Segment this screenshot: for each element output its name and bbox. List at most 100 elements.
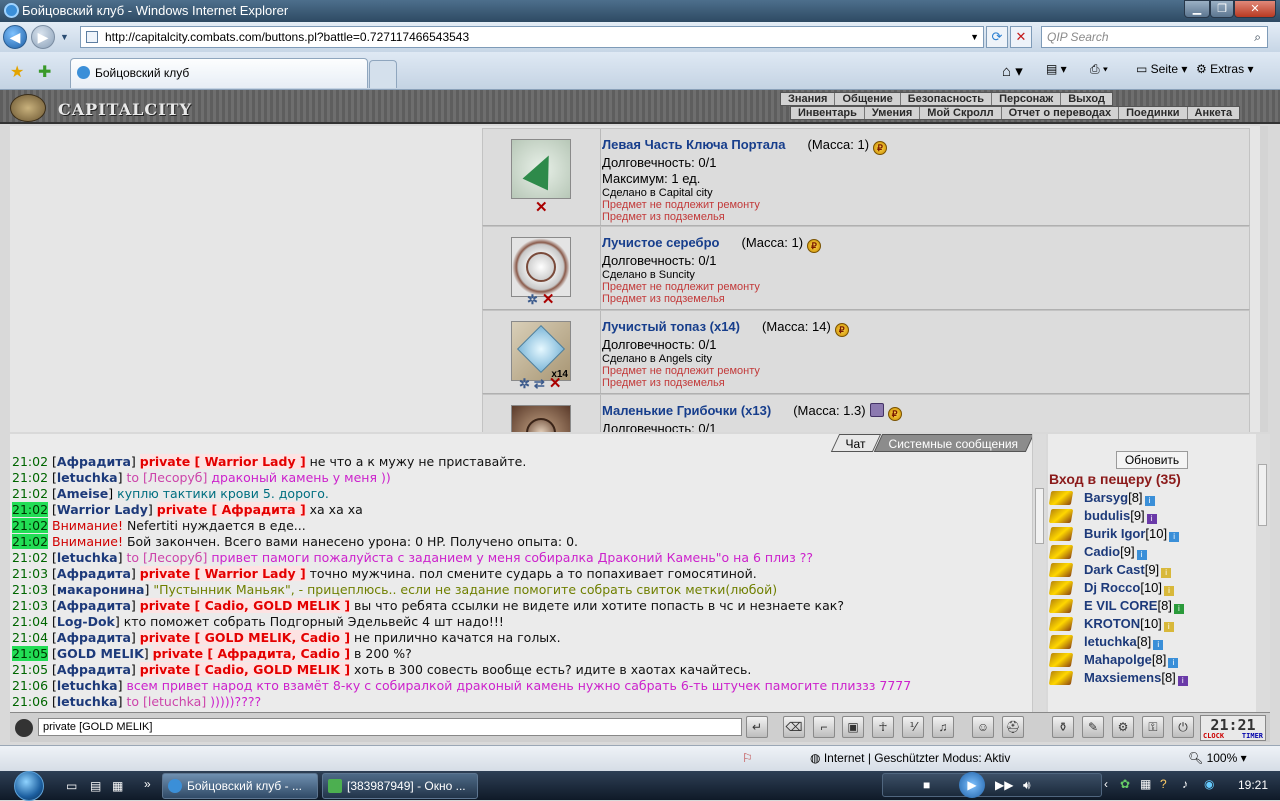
- chat-to-target[interactable]: to [Лесоруб]: [126, 470, 207, 485]
- close-button[interactable]: ✕: [1234, 0, 1276, 18]
- address-input[interactable]: http://capitalcity.combats.com/buttons.p…: [80, 26, 984, 48]
- chat-time[interactable]: 21:02: [12, 502, 49, 517]
- private-message-icon[interactable]: [1048, 581, 1074, 595]
- chat-private-target[interactable]: private [ Warrior Lady ]: [139, 566, 306, 581]
- item-image[interactable]: [511, 237, 571, 297]
- chat-time[interactable]: 21:02: [12, 550, 48, 565]
- user-row[interactable]: Mahapolge[8] i: [1048, 652, 1179, 670]
- menu-bottom-1[interactable]: Умения: [863, 107, 919, 119]
- chat-nick[interactable]: Афрадита: [57, 566, 131, 581]
- user-row[interactable]: Dj Rocco[10] i: [1048, 580, 1175, 598]
- user-info-icon[interactable]: i: [1163, 622, 1174, 632]
- user-name[interactable]: Burik Igor: [1084, 526, 1145, 541]
- refresh-button[interactable]: Обновить: [1116, 451, 1188, 469]
- tray-expand-icon[interactable]: ‹: [1104, 777, 1108, 791]
- chat-time[interactable]: 21:03: [12, 598, 48, 613]
- fight-icon[interactable]: ☥: [872, 716, 894, 738]
- item-name[interactable]: Маленькие Грибочки (x13): [602, 403, 771, 418]
- user-name[interactable]: Cadio: [1084, 544, 1120, 559]
- gun-icon[interactable]: ⌐: [813, 716, 835, 738]
- help-icon[interactable]: ?: [1160, 777, 1167, 791]
- network-icon[interactable]: ▦: [1140, 777, 1151, 791]
- user-row[interactable]: letuchka[8] i: [1048, 634, 1164, 652]
- chat-nick[interactable]: Warrior Lady: [57, 502, 148, 517]
- bottle-icon[interactable]: ⚱: [1052, 716, 1074, 738]
- smile-icon[interactable]: ☺: [972, 716, 994, 738]
- user-info-icon[interactable]: i: [1153, 640, 1164, 650]
- drop-item-icon[interactable]: ✕: [542, 292, 555, 307]
- chat-scrollbar[interactable]: [1032, 434, 1046, 712]
- chat-time[interactable]: 21:02: [12, 518, 49, 533]
- chat-time[interactable]: 21:06: [12, 694, 48, 709]
- chat-time[interactable]: 21:02: [12, 454, 48, 469]
- new-tab-button[interactable]: [369, 60, 397, 88]
- chat-private-target[interactable]: private [ GOLD MELIK, Cadio ]: [139, 630, 351, 645]
- home-icon[interactable]: ⌂ ▾: [1002, 62, 1023, 80]
- chat-time[interactable]: 21:06: [12, 678, 48, 693]
- clear-icon[interactable]: ⌫: [783, 716, 805, 738]
- item-name[interactable]: Лучистый топаз (x14): [602, 319, 740, 334]
- user-info-icon[interactable]: i: [1177, 676, 1188, 686]
- print-icon[interactable]: ⎙ ▾: [1090, 62, 1108, 77]
- tab-chat[interactable]: Чат: [830, 434, 881, 452]
- language-icon[interactable]: ◉: [1204, 777, 1214, 791]
- user-row[interactable]: Cadio[9] i: [1048, 544, 1147, 562]
- qip-tray-icon[interactable]: ✿: [1120, 777, 1130, 791]
- private-message-icon[interactable]: [1048, 617, 1074, 631]
- chat-nick[interactable]: letuchka: [57, 678, 118, 693]
- user-row[interactable]: budulis[9] i: [1048, 508, 1157, 526]
- chat-nick[interactable]: Ameise: [57, 486, 108, 501]
- search-icon[interactable]: ⌕: [1254, 27, 1261, 47]
- menu-bottom-5[interactable]: Анкета: [1186, 107, 1240, 119]
- history-dropdown-icon[interactable]: ▼: [60, 32, 69, 42]
- user-info-icon[interactable]: i: [1161, 568, 1172, 578]
- split-item-icon[interactable]: ✲: [519, 377, 530, 391]
- tab-active[interactable]: Бойцовский клуб: [70, 58, 368, 88]
- item-name[interactable]: Левая Часть Ключа Портала: [602, 137, 786, 152]
- feeds-icon[interactable]: ▤ ▾: [1046, 62, 1067, 76]
- private-message-icon[interactable]: [1048, 527, 1074, 541]
- scroll-icon[interactable]: ✎: [1082, 716, 1104, 738]
- send-icon[interactable]: ↵: [746, 716, 768, 738]
- chat-time[interactable]: 21:03: [12, 582, 48, 597]
- chat-private-target[interactable]: private [ Афрадита, Cadio ]: [152, 646, 351, 661]
- menu-bottom-2[interactable]: Мой Скролл: [919, 107, 1000, 119]
- user-row[interactable]: Barsyg[8] i: [1048, 490, 1155, 508]
- user-row[interactable]: Burik Igor[10] i: [1048, 526, 1180, 544]
- user-name[interactable]: Maxsiemens: [1084, 670, 1161, 685]
- menu-top-4[interactable]: Выход: [1060, 93, 1112, 105]
- filter-icon[interactable]: ⅟: [902, 716, 924, 738]
- chat-nick[interactable]: Афрадита: [57, 454, 131, 469]
- search-input[interactable]: QIP Search ⌕: [1041, 26, 1268, 48]
- item-name[interactable]: Лучистое серебро: [602, 235, 719, 250]
- user-row[interactable]: Dark Cast[9] i: [1048, 562, 1172, 580]
- user-name[interactable]: E VIL CORE: [1084, 598, 1157, 613]
- chat-nick[interactable]: макаронина: [57, 582, 145, 597]
- chat-to-target[interactable]: to [Лесоруб]: [126, 550, 207, 565]
- chat-nick[interactable]: letuchka: [57, 550, 118, 565]
- chat-nick[interactable]: Афрадита: [57, 630, 131, 645]
- tab-system-messages[interactable]: Системные сообщения: [874, 434, 1035, 452]
- private-message-icon[interactable]: [1048, 563, 1074, 577]
- menu-bottom-0[interactable]: Инвентарь: [791, 107, 864, 119]
- inventory-scrollbar[interactable]: [1260, 126, 1268, 432]
- user-info-icon[interactable]: i: [1173, 604, 1184, 614]
- chat-time[interactable]: 21:04: [12, 630, 48, 645]
- chat-to-target[interactable]: to [letuchka]: [126, 694, 206, 709]
- helmet-icon[interactable]: ⛑: [1002, 716, 1024, 738]
- stop-icon[interactable]: ✕: [1010, 26, 1032, 48]
- menu-top-1[interactable]: Общение: [834, 93, 899, 105]
- page-menu[interactable]: ▭ Seite ▾: [1136, 62, 1187, 76]
- chat-private-target[interactable]: private [ Warrior Lady ]: [139, 454, 306, 469]
- chat-nick[interactable]: GOLD MELIK: [57, 646, 144, 661]
- menu-bottom-3[interactable]: Отчет о переводах: [1000, 107, 1119, 119]
- task-qip[interactable]: [383987949] - Окно ...: [322, 773, 478, 799]
- address-dropdown-icon[interactable]: ▼: [970, 27, 979, 47]
- users-scrollbar[interactable]: [1256, 434, 1270, 712]
- chat-nick[interactable]: Log-Dok: [57, 614, 115, 629]
- user-row[interactable]: E VIL CORE[8] i: [1048, 598, 1184, 616]
- user-name[interactable]: Barsyg: [1084, 490, 1128, 505]
- user-info-icon[interactable]: i: [1136, 550, 1147, 560]
- exchange-item-icon[interactable]: ⇄: [534, 377, 545, 391]
- private-message-icon[interactable]: [1048, 599, 1074, 613]
